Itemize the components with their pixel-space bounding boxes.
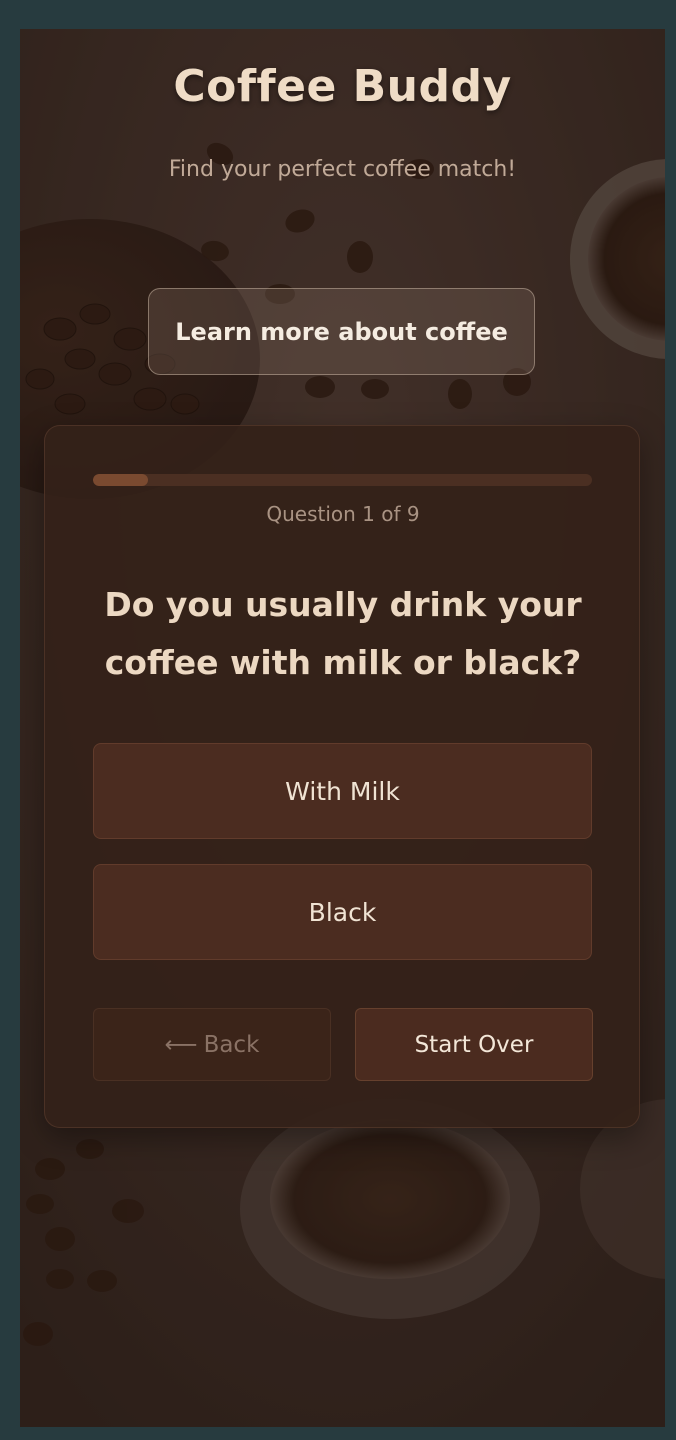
back-label: Back <box>203 1031 260 1058</box>
arrow-left-icon: ⟵ <box>164 1031 198 1058</box>
back-button[interactable]: ⟵ Back <box>93 1008 331 1081</box>
learn-more-button[interactable]: Learn more about coffee <box>148 288 535 375</box>
app-frame: Coffee Buddy Find your perfect coffee ma… <box>20 29 665 1427</box>
option-black-button[interactable]: Black <box>93 864 592 960</box>
question-counter: Question 1 of 9 <box>266 502 420 526</box>
progress-bar <box>93 474 592 486</box>
quiz-card: Question 1 of 9 Do you usually drink you… <box>44 425 640 1128</box>
option-with-milk-button[interactable]: With Milk <box>93 743 592 839</box>
app-title: Coffee Buddy <box>173 61 512 112</box>
start-over-button[interactable]: Start Over <box>355 1008 593 1081</box>
question-text: Do you usually drink your coffee with mi… <box>104 585 582 682</box>
progress-fill <box>93 474 148 486</box>
app-tagline: Find your perfect coffee match! <box>168 157 517 182</box>
